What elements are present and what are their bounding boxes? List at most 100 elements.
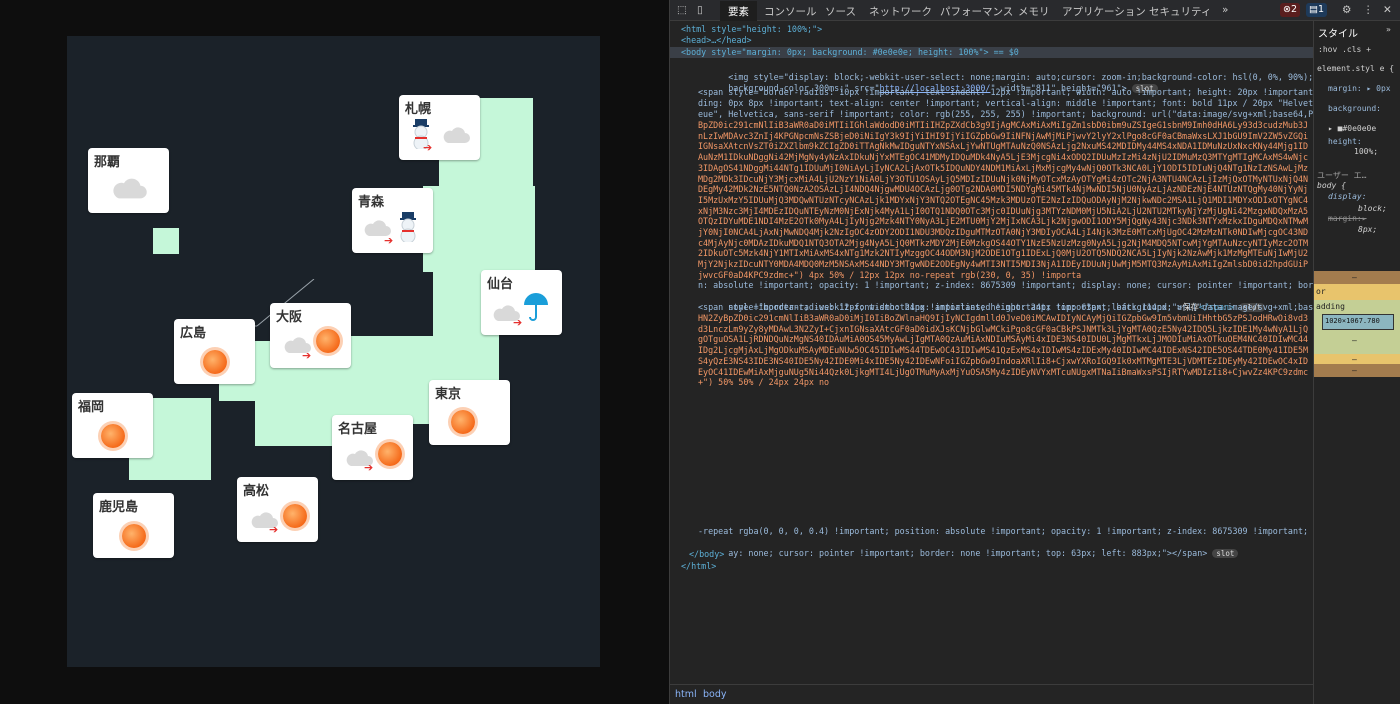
city-name: 東京	[435, 387, 462, 402]
dom-line-head[interactable]: <head>…</head>	[681, 35, 752, 46]
user-agent-style-header: ユーザー エ…	[1317, 171, 1367, 180]
device-toggle-icon[interactable]: ▯	[697, 4, 703, 16]
arrow-right-icon: ➔	[269, 523, 279, 536]
style-display-value: block;	[1358, 204, 1387, 213]
city-name: 名古屋	[338, 422, 378, 437]
city-card-nagoya[interactable]: 名古屋 ➔	[332, 415, 413, 480]
dom-line-span1-b: ding: 0px 8px !important; text-align: ce…	[698, 98, 1313, 108]
cloud-icon	[443, 127, 470, 143]
style-margin[interactable]: margin: ▸ 0px	[1328, 84, 1391, 93]
dom-line-body-close[interactable]: </body>	[689, 549, 724, 560]
box-model-bottom-dash: –	[1352, 366, 1357, 375]
style-height-value: 100%;	[1354, 147, 1379, 156]
dom-line-body-open[interactable]: <body style="margin: 0px; background: #0…	[681, 47, 1019, 58]
dom-line-html-close[interactable]: </html>	[681, 561, 716, 572]
dom-line-span1-c: eue", Helvetica, sans-serif !important; …	[698, 109, 1313, 119]
span1-base64-data: BpZD0ic291cmNlIiB3aWR0aD0iMTIiIGhlaWdodD…	[698, 120, 1309, 280]
box-model: – or adding 1020×1067.780 – – –	[1314, 271, 1400, 377]
styles-pane: スタイル » :hov .cls + element.styl e { marg…	[1313, 21, 1400, 704]
city-card-sendai[interactable]: 仙台 ➔	[481, 270, 562, 335]
box-model-padding: adding 1020×1067.780 –	[1314, 300, 1400, 354]
box-model-padding-dash: –	[1352, 336, 1357, 345]
tab-sources[interactable]: ソース	[825, 4, 856, 19]
slot-badge[interactable]: slot	[1212, 548, 1239, 558]
cloud-icon	[113, 178, 147, 199]
umbrella-icon	[524, 293, 548, 321]
style-background[interactable]: background:	[1328, 104, 1381, 113]
tab-application[interactable]: アプリケーション	[1062, 4, 1146, 19]
weather-icon-group	[88, 174, 169, 208]
arrow-right-icon: ➔	[384, 234, 394, 247]
sun-icon	[122, 524, 146, 548]
dom-line-span2-a[interactable]: <span style="border-radius: 12px; width:…	[698, 302, 1313, 313]
dom-line-span1-a[interactable]: <span style="border-radius: 10px !import…	[698, 87, 1313, 98]
city-card-aomori[interactable]: 青森 ➔	[352, 188, 433, 253]
weather-icon-group	[429, 406, 510, 440]
arrow-right-icon: ➔	[423, 141, 433, 154]
weather-icon-group: ➔	[481, 293, 562, 330]
more-tabs-icon[interactable]: »	[1222, 4, 1228, 16]
dom-line-span2-tail-a: -repeat rgba(0, 0, 0, 0.4) !important; p…	[698, 526, 1313, 536]
style-height[interactable]: height:	[1328, 137, 1362, 146]
sun-icon	[316, 329, 340, 353]
city-card-sapporo[interactable]: 札幌 ➔	[399, 95, 480, 160]
element-style-rule: element.styl e {	[1317, 64, 1395, 73]
tab-console[interactable]: コンソール	[764, 4, 817, 19]
tab-network[interactable]: ネットワーク	[869, 4, 932, 19]
tab-performance[interactable]: パフォーマンス	[940, 4, 1013, 19]
tab-styles[interactable]: スタイル	[1318, 25, 1358, 40]
city-card-fukuoka[interactable]: 福岡	[72, 393, 153, 458]
tab-security[interactable]: セキュリティ	[1149, 4, 1211, 19]
snowman-icon	[400, 212, 416, 242]
dom-line-span1-tail-a: n: absolute !important; opacity: 1 !impo…	[698, 280, 1313, 290]
city-card-naha[interactable]: 那覇	[88, 148, 169, 213]
weather-icon-group	[93, 519, 174, 553]
more-side-tabs-icon[interactable]: »	[1386, 25, 1391, 34]
box-model-margin-dash: –	[1352, 273, 1357, 282]
box-model-border-dash: –	[1352, 355, 1357, 364]
message-count-badge[interactable]: ▤1	[1306, 3, 1328, 17]
city-card-hiroshima[interactable]: 広島	[174, 319, 255, 384]
city-name: 鹿児島	[99, 500, 139, 515]
arrow-right-icon: ➔	[302, 349, 312, 362]
weather-icon-group	[174, 345, 255, 379]
box-model-border: or adding 1020×1067.780 – –	[1314, 284, 1400, 364]
box-model-size: 1020×1067.780	[1325, 317, 1380, 325]
weather-map: 札幌 ➔ 那覇 青森 ➔ 仙台 ➔ 大阪 ➔ 広島 東京 福岡 名古屋 ➔ 高松…	[67, 36, 600, 667]
body-rule: body {	[1317, 181, 1346, 190]
city-card-takamatsu[interactable]: 高松 ➔	[237, 477, 318, 542]
settings-gear-icon[interactable]: ⚙	[1342, 4, 1351, 16]
devtools-tab-bar: ⬚ ▯ 要素 コンソール ソース ネットワーク パフォーマンス メモリ アプリケ…	[670, 0, 1400, 24]
kebab-menu-icon[interactable]: ⋮	[1363, 4, 1374, 16]
inspect-icon[interactable]: ⬚	[677, 4, 687, 16]
weather-icon-group	[72, 419, 153, 453]
dom-line-html-open[interactable]: <html style="height: 100%;">	[681, 24, 822, 35]
city-name: 高松	[243, 484, 270, 499]
city-card-osaka[interactable]: 大阪 ➔	[270, 303, 351, 368]
styles-filter[interactable]: :hov .cls +	[1318, 45, 1371, 54]
land-okinawa	[153, 228, 179, 254]
devtools-panel: ⬚ ▯ 要素 コンソール ソース ネットワーク パフォーマンス メモリ アプリケ…	[669, 0, 1400, 704]
weather-icon-group: ➔	[237, 503, 318, 537]
box-model-border-label: or	[1316, 287, 1326, 296]
browser-viewport: 札幌 ➔ 那覇 青森 ➔ 仙台 ➔ 大阪 ➔ 広島 東京 福岡 名古屋 ➔ 高松…	[0, 0, 669, 704]
city-name: 大阪	[276, 310, 303, 325]
city-card-tokyo[interactable]: 東京	[429, 380, 510, 445]
sun-icon	[203, 350, 227, 374]
style-margin-ua: margin:▸	[1328, 214, 1367, 223]
style-background-value[interactable]: ▸ ■#0e0e0e	[1328, 124, 1376, 133]
breadcrumb-html[interactable]: html	[675, 689, 697, 700]
close-icon[interactable]: ✕	[1383, 4, 1392, 16]
city-card-kagoshima[interactable]: 鹿児島	[93, 493, 174, 558]
sun-icon	[283, 504, 307, 528]
city-name: 仙台	[487, 277, 514, 292]
city-name: 福岡	[78, 400, 105, 415]
city-name: 那覇	[94, 155, 121, 170]
weather-icon-group: ➔	[332, 441, 413, 475]
tab-memory[interactable]: メモリ	[1018, 4, 1050, 19]
breadcrumb-body[interactable]: body	[703, 689, 727, 700]
error-count-badge[interactable]: ⊗2	[1280, 3, 1301, 17]
sun-icon	[451, 410, 475, 434]
style-margin-ua-value: 8px;	[1358, 225, 1378, 234]
span2-tail: ay: none; cursor: pointer !important; bo…	[728, 547, 1208, 558]
